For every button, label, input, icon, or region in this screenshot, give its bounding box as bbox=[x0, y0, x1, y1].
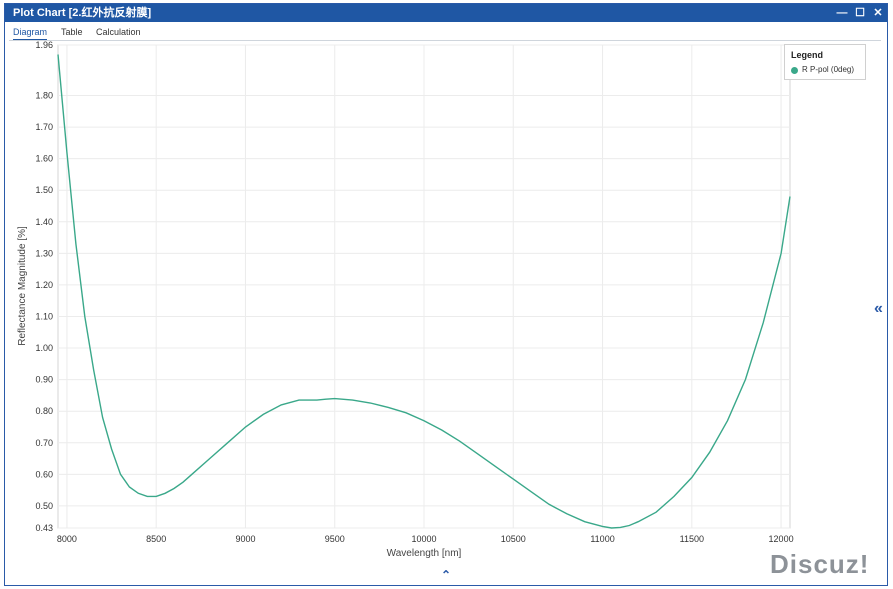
legend-marker-icon bbox=[791, 67, 798, 74]
x-tick-label: 9000 bbox=[235, 534, 255, 544]
x-tick-label: 10000 bbox=[411, 534, 436, 544]
y-tick-label: 0.80 bbox=[35, 406, 53, 416]
x-tick-label: 11500 bbox=[680, 534, 704, 544]
y-tick-label: 0.90 bbox=[35, 375, 53, 385]
y-tick-label: 1.10 bbox=[35, 311, 53, 321]
y-tick-label: 1.80 bbox=[35, 91, 53, 101]
x-tick-label: 12000 bbox=[769, 534, 794, 544]
x-axis-ticks: 8000 8500 9000 9500 10000 10500 11000 11500 1200… bbox=[57, 534, 794, 544]
x-axis-label: Wavelength [nm] bbox=[387, 548, 462, 559]
y-tick-label: 1.60 bbox=[35, 154, 53, 164]
y-axis-ticks: 0.43 0.50 0.60 0.70 0.80 0.90 1.00 1.10 1.20 1.30… bbox=[35, 40, 53, 533]
expand-bottom-panel-icon[interactable]: ⌃ bbox=[441, 568, 451, 582]
x-tick-label: 8500 bbox=[146, 534, 166, 544]
y-axis-label: Reflectance Magnitude [%] bbox=[17, 226, 28, 346]
y-tick-label: 1.70 bbox=[35, 122, 53, 132]
legend-title: Legend bbox=[791, 50, 824, 60]
y-tick-label: 1.50 bbox=[35, 185, 53, 195]
y-tick-label: 0.43 bbox=[35, 523, 53, 533]
y-tick-label: 0.70 bbox=[35, 438, 53, 448]
x-tick-label: 8000 bbox=[57, 534, 77, 544]
y-tick-label: 0.60 bbox=[35, 469, 53, 479]
expand-side-panel-icon[interactable]: « bbox=[874, 300, 883, 318]
y-tick-label: 1.30 bbox=[35, 248, 53, 258]
x-tick-label: 9500 bbox=[325, 534, 345, 544]
y-tick-label: 0.50 bbox=[35, 501, 53, 511]
watermark-logo: Discuz! bbox=[770, 549, 870, 579]
x-tick-label: 11000 bbox=[590, 534, 614, 544]
legend-entry-label: R P-pol (0deg) bbox=[802, 65, 855, 74]
y-tick-label: 1.40 bbox=[35, 217, 53, 227]
y-tick-label: 1.96 bbox=[35, 40, 53, 50]
y-tick-label: 1.00 bbox=[35, 343, 53, 353]
reflectance-chart: 0.43 0.50 0.60 0.70 0.80 0.90 1.00 1.10 1.20 1.30… bbox=[17, 40, 794, 559]
y-tick-label: 1.20 bbox=[35, 280, 53, 290]
legend-box: Legend R P-pol (0deg) bbox=[784, 44, 866, 80]
x-tick-label: 10500 bbox=[501, 534, 526, 544]
